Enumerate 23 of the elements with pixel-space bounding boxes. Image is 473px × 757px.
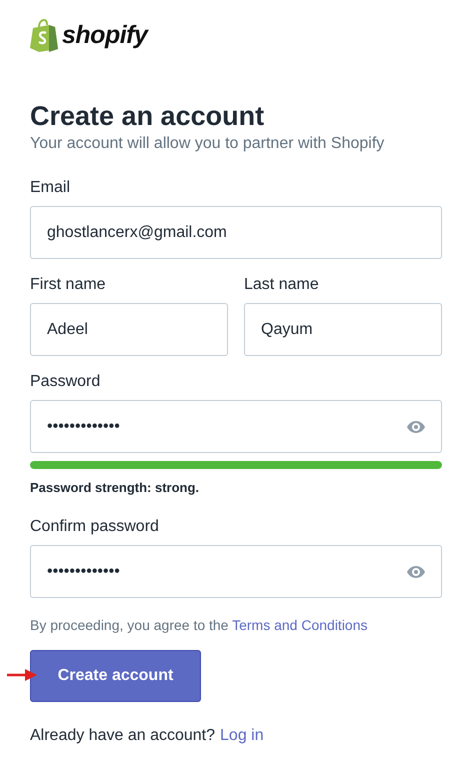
eye-icon[interactable] bbox=[407, 566, 425, 578]
shopping-bag-icon bbox=[30, 18, 58, 52]
input-field[interactable]: ••••••••••••• bbox=[30, 545, 442, 598]
login-link[interactable]: Log in bbox=[220, 726, 264, 746]
input-field[interactable]: ghostlancerx@gmail.com bbox=[30, 206, 442, 259]
field-label: Email bbox=[30, 178, 72, 198]
field-label: Confirm password bbox=[30, 517, 160, 537]
field-label: First name bbox=[30, 275, 107, 295]
login-prompt: Already have an account? bbox=[30, 726, 216, 746]
field-label: Password bbox=[30, 372, 102, 392]
input-field[interactable]: ••••••••••••• bbox=[30, 400, 442, 453]
strength-text: Password strength: strong. bbox=[30, 480, 200, 496]
input-field[interactable]: Adeel bbox=[30, 303, 228, 356]
subheading: Your account will allow you to partner with Shopify bbox=[30, 134, 386, 154]
input-field[interactable]: Qayum bbox=[244, 303, 442, 356]
create-account-button[interactable]: Create account bbox=[30, 650, 201, 702]
arrow-icon bbox=[7, 668, 39, 682]
eye-icon[interactable] bbox=[407, 420, 425, 432]
terms-link[interactable]: Terms and Conditions bbox=[232, 617, 368, 633]
field-label: Last name bbox=[244, 275, 320, 295]
page-heading: Create an account bbox=[30, 100, 266, 132]
logo-wordmark: shopify bbox=[62, 22, 148, 48]
terms-text: By proceeding, you agree to the Terms and Conditions bbox=[30, 616, 369, 634]
